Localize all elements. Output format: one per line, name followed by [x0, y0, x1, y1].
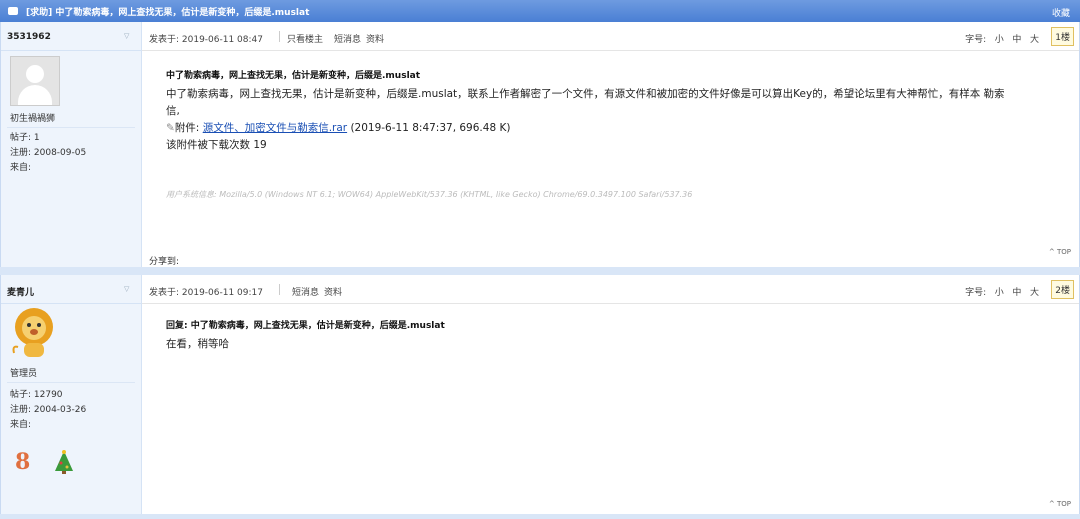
- post-1-content: 发表于: 2019-06-11 08:47 只看楼主 短消息 资料 字号: 小 …: [142, 22, 1079, 267]
- post-meta: 发表于: 2019-06-11 09:17 短消息 资料 字号: 小 中 大 2…: [142, 275, 1079, 304]
- medal-badge: 8: [15, 449, 31, 475]
- attachment: ✎附件: 源文件、加密文件与勒索信.rar (2019-6-11 8:47:37…: [166, 120, 1049, 137]
- download-count: 该附件被下载次数 19: [166, 139, 267, 151]
- font-size-controls: 字号: 小 中 大: [965, 285, 1039, 298]
- post-time: 发表于: 2019-06-11 09:17: [149, 288, 263, 298]
- divider: [1, 303, 141, 304]
- username[interactable]: 3531962: [7, 32, 51, 42]
- register-date: 注册: 2008-09-05: [10, 148, 87, 158]
- font-medium-button[interactable]: 中: [1012, 35, 1021, 45]
- user-rank: 管理员: [10, 369, 38, 379]
- pm-link[interactable]: 短消息: [334, 32, 361, 45]
- divider: [7, 127, 135, 128]
- body-text: 中了勒索病毒，网上查找无果，估计是新变种，后缀是.muslat，联系上作者解密了…: [166, 88, 1005, 100]
- attachment-link[interactable]: 源文件、加密文件与勒索信.rar: [203, 122, 347, 134]
- attachment-meta: (2019-6-11 8:47:37, 696.48 K): [350, 122, 511, 134]
- lion-avatar[interactable]: [10, 307, 58, 357]
- post-count: 帖子: 12790: [10, 390, 63, 400]
- font-size-controls: 字号: 小 中 大: [965, 32, 1039, 45]
- font-small-button[interactable]: 小: [995, 35, 1004, 45]
- speech-bubble-icon: [8, 7, 18, 15]
- register-date: 注册: 2004-03-26: [10, 405, 87, 415]
- user-rank: 初生禍禍狮: [10, 114, 56, 124]
- divider: [1, 50, 141, 51]
- attachment-label: 附件:: [174, 122, 200, 134]
- user-agent-info: 用户系统信息: Mozilla/5.0 (Windows NT 6.1; WOW…: [166, 190, 693, 199]
- paperclip-icon: ✎: [166, 122, 175, 134]
- separator: [279, 31, 280, 42]
- profile-link[interactable]: 资料: [324, 285, 342, 298]
- body-text: 信,: [166, 105, 180, 117]
- thread-title: [求助] 中了勒索病毒，网上查找无果，估计是新变种，后缀是.muslat: [26, 7, 310, 18]
- font-large-button[interactable]: 大: [1030, 288, 1039, 298]
- post-time: 发表于: 2019-06-11 08:47: [149, 35, 263, 45]
- from-field: 来自:: [10, 163, 32, 173]
- font-large-button[interactable]: 大: [1030, 35, 1039, 45]
- font-size-label: 字号:: [965, 288, 987, 298]
- tree-icon: [53, 449, 75, 478]
- post-divider: [0, 267, 1080, 275]
- floor-number[interactable]: 1楼: [1051, 27, 1074, 46]
- profile-link[interactable]: 资料: [366, 32, 384, 45]
- post-1: 3531962 ▽ 初生禍禍狮 帖子: 1 注册: 2008-09-05 来自:…: [0, 22, 1080, 267]
- font-small-button[interactable]: 小: [995, 288, 1004, 298]
- post-2: 麦青儿 ▽ 管理员 帖子: 12790 注册: 2004-03-26 来自: 8: [0, 275, 1080, 514]
- font-size-label: 字号:: [965, 35, 987, 45]
- only-op-link[interactable]: 只看楼主: [287, 32, 323, 45]
- back-to-top-link[interactable]: ^ TOP: [1049, 248, 1071, 256]
- post-2-content: 发表于: 2019-06-11 09:17 短消息 资料 字号: 小 中 大 2…: [142, 275, 1079, 514]
- avatar[interactable]: [10, 56, 60, 106]
- share-label: 分享到:: [149, 257, 180, 267]
- thread-title-bar: [求助] 中了勒索病毒，网上查找无果，估计是新变种，后缀是.muslat 收藏: [0, 0, 1080, 22]
- user-menu-chevron-icon[interactable]: ▽: [124, 32, 129, 40]
- post-count: 帖子: 1: [10, 133, 40, 143]
- post-meta: 发表于: 2019-06-11 08:47 只看楼主 短消息 资料 字号: 小 …: [142, 22, 1079, 51]
- pm-link[interactable]: 短消息: [292, 285, 319, 298]
- font-medium-button[interactable]: 中: [1012, 288, 1021, 298]
- floor-number[interactable]: 2楼: [1051, 280, 1074, 299]
- post-body: 在看，稍等哈: [166, 338, 229, 350]
- favorite-link[interactable]: 收藏: [1052, 6, 1070, 19]
- bottom-border: [0, 514, 1080, 519]
- post-1-sidebar: 3531962 ▽ 初生禍禍狮 帖子: 1 注册: 2008-09-05 来自:: [1, 22, 142, 267]
- separator: [279, 284, 280, 295]
- post-subject: 中了勒索病毒，网上查找无果，估计是新变种，后缀是.muslat: [166, 71, 421, 81]
- user-menu-chevron-icon[interactable]: ▽: [124, 285, 129, 293]
- divider: [7, 382, 135, 383]
- post-2-sidebar: 麦青儿 ▽ 管理员 帖子: 12790 注册: 2004-03-26 来自: 8: [1, 275, 142, 514]
- back-to-top-link[interactable]: ^ TOP: [1049, 500, 1071, 508]
- from-field: 来自:: [10, 420, 32, 430]
- post-subject: 回复: 中了勒索病毒，网上查找无果，估计是新变种，后缀是.muslat: [166, 321, 445, 331]
- username[interactable]: 麦青儿: [7, 285, 34, 298]
- post-body: 中了勒索病毒，网上查找无果，估计是新变种，后缀是.muslat，联系上作者解密了…: [166, 86, 1049, 154]
